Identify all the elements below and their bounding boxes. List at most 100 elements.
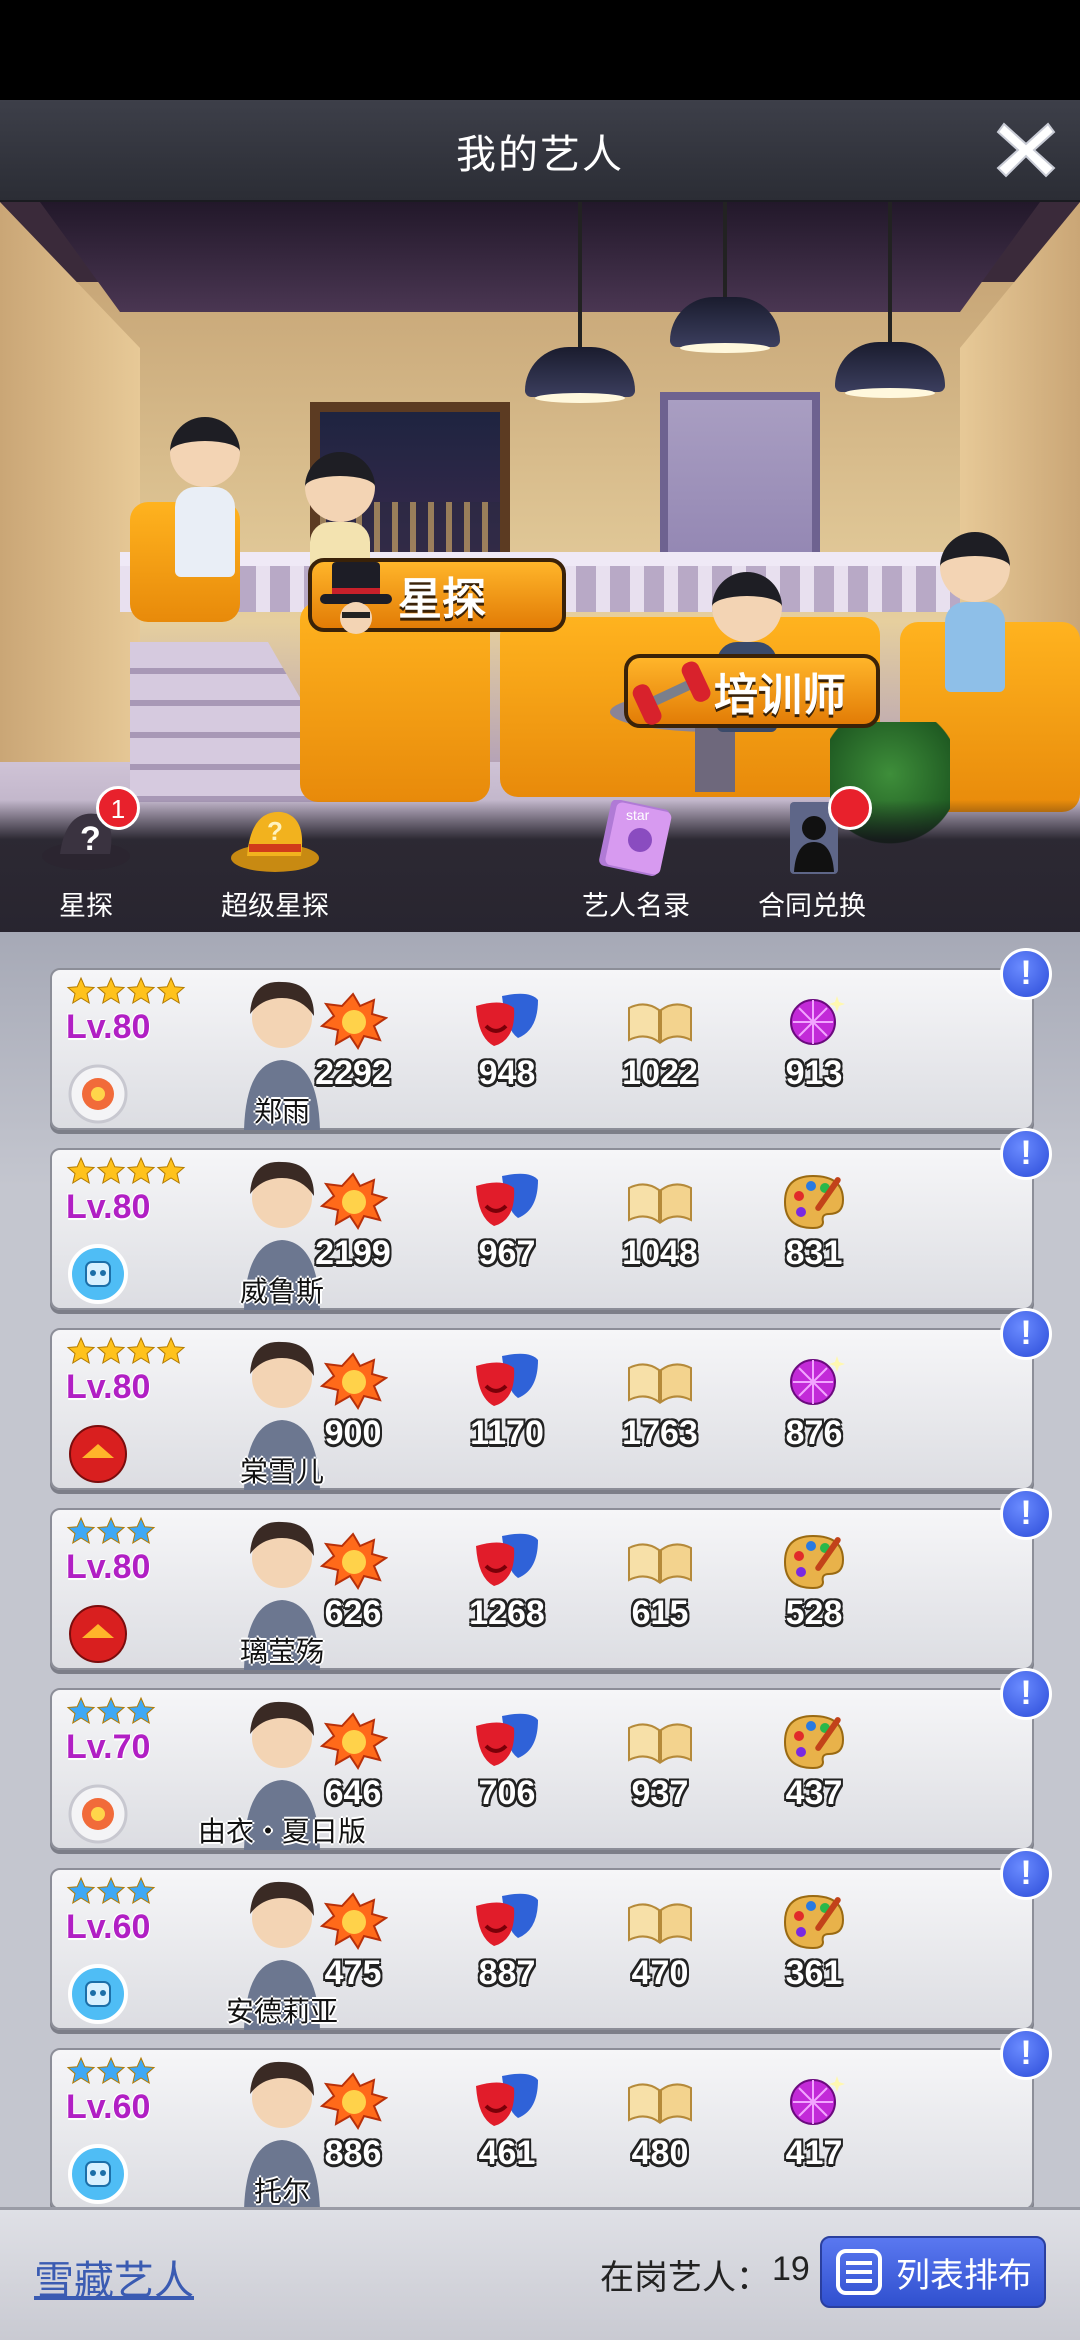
info-icon[interactable]: ! <box>1000 1308 1052 1360</box>
info-icon[interactable]: ! <box>1000 948 1052 1000</box>
disco-ball-icon <box>779 1350 849 1410</box>
page-title: 我的艺人 <box>456 133 624 177</box>
artist-level: Lv.70 <box>66 1728 151 1766</box>
star-icon <box>96 976 126 1006</box>
scout-button[interactable]: ? 星探 1 <box>38 786 140 923</box>
artist-directory-button[interactable]: star 艺人名录 <box>578 800 694 923</box>
open-book-icon <box>625 1350 695 1410</box>
footer-bar: 雪藏艺人 在岗艺人： 19 列表排布 <box>0 2207 1080 2340</box>
trainer-character[interactable] <box>940 532 1010 692</box>
artist-card[interactable]: Lv.70 由衣・夏日版 646 706 937 437! <box>50 1668 1052 1850</box>
drama-mask-icon <box>472 1710 542 1770</box>
info-icon[interactable]: ! <box>1000 1128 1052 1180</box>
notification-badge: 1 <box>96 786 140 830</box>
dumbbell-icon <box>632 661 711 725</box>
star-icon <box>66 976 96 1006</box>
stat-value: 475 <box>324 1954 382 1992</box>
stat-value: 480 <box>631 2134 689 2172</box>
explosion-icon <box>318 990 389 1050</box>
artist-name: 棠雪儿 <box>239 1456 324 1487</box>
stat-value: 528 <box>785 1594 843 1632</box>
stat-value: 886 <box>324 2134 382 2172</box>
scout-sign-label: 星探 <box>398 575 486 624</box>
artist-stat: 437 <box>749 1710 879 1813</box>
artist-type-icon <box>68 1784 128 1844</box>
star-icon <box>96 1156 126 1186</box>
artist-stat: 528 <box>749 1530 879 1633</box>
explosion-icon <box>318 1890 389 1950</box>
artist-card[interactable]: Lv.80 棠雪儿 900 1170 1763 876! <box>50 1308 1052 1490</box>
scout-sign-button[interactable]: 星探 <box>308 558 566 634</box>
palette-icon <box>779 1170 849 1230</box>
super-scout-button[interactable]: ? 超级星探 <box>210 800 340 923</box>
artist-stat: 615 <box>595 1530 725 1633</box>
artist-stat: 1268 <box>442 1530 572 1633</box>
artist-card[interactable]: Lv.80 璃莹殇 626 1268 615 528! <box>50 1488 1052 1670</box>
close-icon[interactable] <box>990 114 1062 186</box>
artist-stat: 967 <box>442 1170 572 1273</box>
star-icon <box>66 1156 96 1186</box>
artist-stat: 1048 <box>595 1170 725 1273</box>
stat-value: 876 <box>785 1414 843 1452</box>
stat-value: 967 <box>478 1234 536 1272</box>
stat-value: 900 <box>324 1414 382 1452</box>
list-layout-button[interactable]: 列表排布 <box>820 2236 1046 2308</box>
info-icon[interactable]: ! <box>1000 2028 1052 2080</box>
lamp-cord <box>723 202 727 302</box>
star-icon <box>126 1516 156 1546</box>
artist-level: Lv.80 <box>66 1008 151 1046</box>
stat-value: 2199 <box>315 1234 391 1272</box>
open-book-icon <box>625 990 695 1050</box>
stat-value: 615 <box>631 1594 689 1632</box>
disco-ball-icon <box>779 990 849 1050</box>
artist-stat: 2292 <box>288 990 418 1093</box>
info-icon[interactable]: ! <box>1000 1848 1052 1900</box>
stat-value: 887 <box>478 1954 536 1992</box>
artist-level: Lv.80 <box>66 1548 151 1586</box>
palette-icon <box>779 1890 849 1950</box>
stat-value: 948 <box>478 1054 536 1092</box>
active-artists-count: 19 <box>772 2250 810 2288</box>
info-icon[interactable]: ! <box>1000 1488 1052 1540</box>
palette-icon <box>779 1530 849 1590</box>
status-bar <box>0 0 1080 100</box>
artist-stat: 1022 <box>595 990 725 1093</box>
star-icon <box>156 1336 186 1366</box>
scene-action-bar: ? 星探 1 ? 超级星探 star 艺人名录 合同兑换 <box>0 786 1080 932</box>
scout-character[interactable] <box>170 417 240 577</box>
explosion-icon <box>318 1350 389 1410</box>
star-icon <box>96 1696 126 1726</box>
artist-card[interactable]: Lv.60 托尔 886 461 480 417! <box>50 2028 1052 2210</box>
star-rating <box>66 1696 156 1730</box>
star-icon <box>66 2056 96 2086</box>
stat-value: 361 <box>785 1954 843 1992</box>
artist-card[interactable]: Lv.80 郑雨 2292 948 1022 913! <box>50 948 1052 1130</box>
artist-stat: 1763 <box>595 1350 725 1453</box>
drama-mask-icon <box>472 2070 542 2130</box>
artist-type-icon <box>68 1964 128 2024</box>
artist-card[interactable]: Lv.60 安德莉亚 475 887 470 361! <box>50 1848 1052 2030</box>
stat-value: 646 <box>324 1774 382 1812</box>
star-rating <box>66 976 186 1010</box>
contract-exchange-button[interactable]: 合同兑换 <box>752 786 872 923</box>
star-icon <box>66 1696 96 1726</box>
drama-mask-icon <box>472 1530 542 1590</box>
artist-card[interactable]: Lv.80 威鲁斯 2199 967 1048 831! <box>50 1128 1052 1310</box>
artist-list[interactable]: Lv.80 郑雨 2292 948 1022 913! Lv.80 威鲁斯 2199 967 104… <box>0 932 1080 2210</box>
artist-stat: 913 <box>749 990 879 1093</box>
info-icon[interactable]: ! <box>1000 1668 1052 1720</box>
artist-stat: 900 <box>288 1350 418 1453</box>
stat-value: 2292 <box>315 1054 391 1092</box>
artist-name: 由衣・夏日版 <box>197 1816 366 1847</box>
star-icon <box>66 1516 96 1546</box>
trainer-sign-button[interactable]: 培训师 <box>624 654 880 728</box>
frozen-artists-link[interactable]: 雪藏艺人 <box>34 2248 194 2306</box>
star-icon <box>96 1336 126 1366</box>
artist-stat: 646 <box>288 1710 418 1813</box>
artist-type-icon <box>68 2144 128 2204</box>
artist-stat: 1170 <box>442 1350 572 1453</box>
artist-stat: 626 <box>288 1530 418 1633</box>
explosion-icon <box>318 1710 389 1770</box>
stat-value: 1763 <box>622 1414 698 1452</box>
artist-stat: 2199 <box>288 1170 418 1273</box>
